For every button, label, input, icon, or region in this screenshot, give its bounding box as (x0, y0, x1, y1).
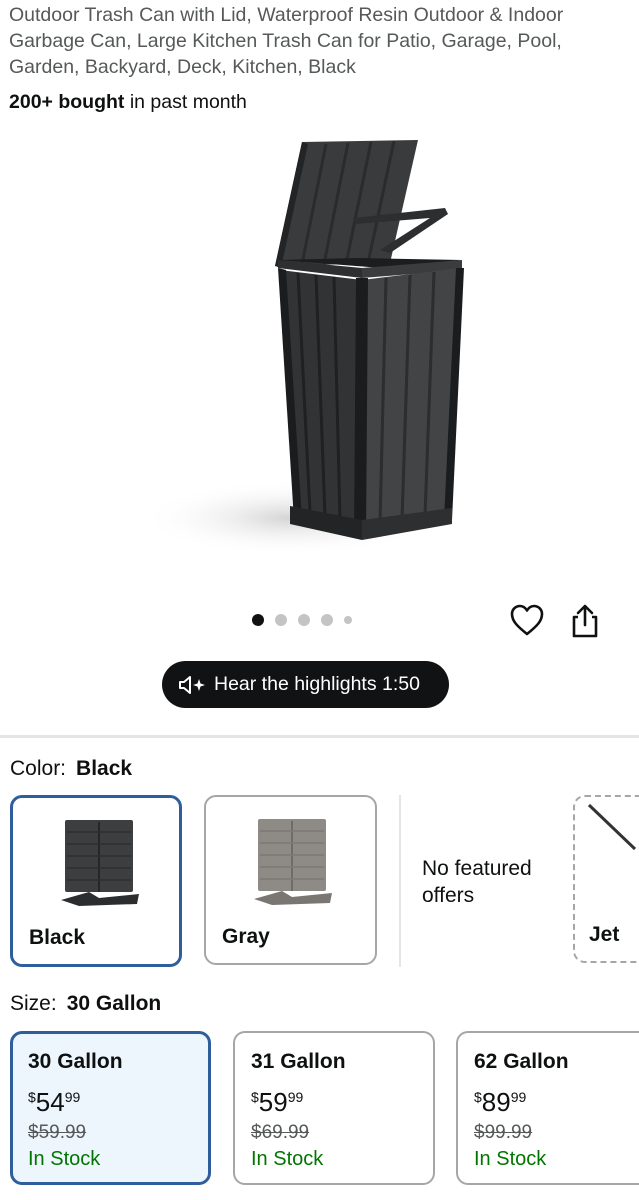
gallery-indicator[interactable] (252, 613, 352, 627)
gallery-dot-4[interactable] (321, 614, 333, 626)
size-option-stock: In Stock (251, 1148, 324, 1170)
color-label-text: Color: (10, 757, 67, 780)
price-currency: $ (474, 1089, 482, 1105)
price-currency: $ (28, 1089, 36, 1105)
price-whole: 59 (258, 1087, 288, 1117)
price-whole: 54 (35, 1087, 65, 1117)
gallery-dot-5[interactable] (344, 616, 352, 624)
product-image[interactable] (140, 128, 480, 568)
no-featured-offers: No featured offers (422, 857, 532, 907)
price-cents: 99 (510, 1089, 527, 1105)
section-divider (0, 735, 639, 738)
color-divider (399, 795, 401, 967)
color-label: Color: Black (10, 757, 132, 781)
gray-cabinet-thumbnail (254, 819, 332, 905)
size-option-list-price: $99.99 (474, 1122, 533, 1143)
size-option-list-price: $69.99 (251, 1122, 310, 1143)
price-currency: $ (251, 1089, 259, 1105)
size-option-name: 62 Gallon (474, 1050, 569, 1073)
gallery-dot-3[interactable] (298, 614, 310, 626)
jet-thumbnail (587, 803, 637, 851)
color-option-jet[interactable]: Jet (573, 795, 639, 963)
price-cents: 99 (64, 1089, 81, 1105)
size-option-62-gallon[interactable]: 62 Gallon $8999 $99.99 In Stock (456, 1031, 639, 1185)
price-cents: 99 (287, 1089, 304, 1105)
gallery-dot-2[interactable] (275, 614, 287, 626)
size-selected-value: 30 Gallon (66, 992, 162, 1015)
size-option-name: 30 Gallon (28, 1050, 123, 1073)
size-option-price: $5499 (28, 1083, 208, 1116)
heart-icon[interactable] (509, 603, 545, 637)
color-option-gray-label: Gray (222, 925, 270, 948)
size-option-list-price: $59.99 (28, 1122, 87, 1143)
bought-count-rest: in past month (124, 91, 247, 113)
bought-count-bold: 200+ bought (9, 91, 125, 113)
color-option-black-label: Black (29, 926, 86, 949)
size-option-stock: In Stock (28, 1148, 101, 1170)
size-option-stock: In Stock (474, 1148, 547, 1170)
black-cabinet-thumbnail (61, 820, 139, 906)
size-option-name: 31 Gallon (251, 1050, 346, 1073)
size-label-text: Size: (10, 992, 57, 1015)
color-option-jet-label: Jet (589, 923, 620, 946)
size-option-31-gallon[interactable]: 31 Gallon $5999 $69.99 In Stock (233, 1031, 435, 1185)
share-icon[interactable] (569, 603, 601, 639)
hear-highlights-label: Hear the highlights 1:50 (214, 673, 420, 695)
hear-highlights-button[interactable]: Hear the highlights 1:50 (162, 661, 449, 708)
size-option-price: $5999 (251, 1083, 433, 1116)
color-option-black[interactable]: Black (10, 795, 182, 967)
speaker-sparkle-icon (179, 675, 205, 694)
gallery-dot-1[interactable] (252, 614, 264, 626)
bought-count: 200+ bought in past month (9, 89, 247, 115)
product-title: Outdoor Trash Can with Lid, Waterproof R… (9, 4, 564, 78)
color-selected-value: Black (76, 757, 133, 780)
size-option-30-gallon[interactable]: 30 Gallon $5499 $59.99 In Stock (10, 1031, 211, 1185)
size-option-price: $8999 (474, 1083, 639, 1116)
price-whole: 89 (481, 1087, 511, 1117)
color-option-gray[interactable]: Gray (204, 795, 377, 965)
size-label: Size: 30 Gallon (10, 992, 161, 1016)
